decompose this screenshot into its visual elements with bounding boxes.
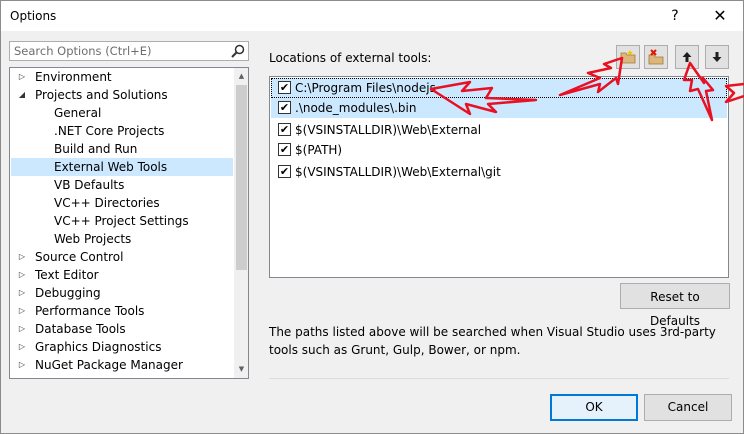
title-bar: Options ? ✕ xyxy=(1,1,743,31)
tree-item-label: Debugging xyxy=(35,286,101,300)
tree-item-general[interactable]: General xyxy=(11,104,233,122)
ok-button[interactable]: OK xyxy=(550,394,638,421)
tree-item-label: Source Control xyxy=(35,250,124,264)
remove-folder-button[interactable] xyxy=(644,45,668,69)
tree-item-nuget-package-manager[interactable]: ▷ NuGet Package Manager xyxy=(11,356,233,374)
search-icon[interactable] xyxy=(231,44,245,58)
move-up-button[interactable] xyxy=(675,45,699,69)
scrollbar-thumb[interactable] xyxy=(236,85,247,270)
tree-item-label: Environment xyxy=(35,70,112,84)
expand-arrow-icon[interactable]: ▷ xyxy=(17,68,27,86)
tree-item-external-web-tools[interactable]: External Web Tools xyxy=(11,158,233,176)
locations-label: Locations of external tools: xyxy=(269,51,432,65)
tree-item-database-tools[interactable]: ▷ Database Tools xyxy=(11,320,233,338)
tree-item-vc-project-settings[interactable]: VC++ Project Settings xyxy=(11,212,233,230)
tree-item-label: Build and Run xyxy=(54,142,138,156)
expand-arrow-icon[interactable]: ▷ xyxy=(17,338,27,356)
tree-item-label: Database Tools xyxy=(35,322,126,336)
help-icon: ? xyxy=(671,8,679,24)
tree-item-net-core-projects[interactable]: .NET Core Projects xyxy=(11,122,233,140)
options-tree: ▷ Environment ◢ Projects and Solutions G… xyxy=(9,67,249,379)
path-text[interactable]: $(VSINSTALLDIR)\Web\External xyxy=(295,120,481,140)
arrow-up-icon xyxy=(682,52,692,62)
tree-item-label: External Web Tools xyxy=(54,160,168,174)
path-checkbox[interactable]: ✔ xyxy=(278,143,291,156)
tree-item-performance-tools[interactable]: ▷ Performance Tools xyxy=(11,302,233,320)
tree-item-environment[interactable]: ▷ Environment xyxy=(11,68,233,86)
expand-arrow-icon[interactable]: ▷ xyxy=(17,302,27,320)
path-text[interactable]: C:\Program Files\nodejs xyxy=(295,78,436,98)
tree-item-label: Projects and Solutions xyxy=(35,88,168,102)
tree-item-label: Performance Tools xyxy=(35,304,145,318)
tree-item-debugging[interactable]: ▷ Debugging xyxy=(11,284,233,302)
expand-arrow-icon[interactable]: ▷ xyxy=(17,248,27,266)
expand-arrow-icon[interactable]: ▷ xyxy=(17,266,27,284)
tree-item-vb-defaults[interactable]: VB Defaults xyxy=(11,176,233,194)
tree-item-projects-and-solutions[interactable]: ◢ Projects and Solutions xyxy=(11,86,233,104)
tree-item-graphics-diagnostics[interactable]: ▷ Graphics Diagnostics xyxy=(11,338,233,356)
path-text[interactable]: $(PATH) xyxy=(295,140,342,160)
close-icon: ✕ xyxy=(713,6,727,25)
path-checkbox[interactable]: ✔ xyxy=(278,81,291,94)
reset-to-defaults-button[interactable]: Reset to Defaults xyxy=(620,283,730,328)
path-row[interactable]: ✔ $(VSINSTALLDIR)\Web\External xyxy=(271,120,727,140)
path-row[interactable]: ✔ $(PATH) xyxy=(271,140,727,160)
path-text[interactable]: $(VSINSTALLDIR)\Web\External\git xyxy=(295,162,501,182)
tree-item-label: VB Defaults xyxy=(54,178,125,192)
new-folder-button[interactable] xyxy=(616,45,640,69)
path-row[interactable]: ✔ .\node_modules\.bin xyxy=(271,98,727,118)
description-text: The paths listed above will be searched … xyxy=(269,325,716,357)
divider xyxy=(269,378,729,379)
folder-delete-icon xyxy=(648,49,664,65)
help-button[interactable]: ? xyxy=(652,1,698,31)
collapse-arrow-icon[interactable]: ◢ xyxy=(17,86,27,104)
window-title: Options xyxy=(10,9,57,23)
folder-new-icon xyxy=(620,50,636,64)
tree-item-label: VC++ Project Settings xyxy=(54,214,189,228)
tree-item-label: Web Projects xyxy=(54,232,132,246)
path-checkbox[interactable]: ✔ xyxy=(278,101,291,114)
options-dialog: Options ? ✕ ▷ Environment ◢ Projects and… xyxy=(0,0,744,434)
close-button[interactable]: ✕ xyxy=(697,1,743,31)
expand-arrow-icon[interactable]: ▷ xyxy=(17,284,27,302)
search-box[interactable] xyxy=(9,41,249,61)
expand-arrow-icon[interactable]: ▷ xyxy=(17,320,27,338)
tree-item-label: Graphics Diagnostics xyxy=(35,340,162,354)
tree-item-label: NuGet Package Manager xyxy=(35,358,183,372)
tree-item-vc-directories[interactable]: VC++ Directories xyxy=(11,194,233,212)
tree-item-source-control[interactable]: ▷ Source Control xyxy=(11,248,233,266)
tree-scrollbar[interactable]: ▲ ▼ xyxy=(234,68,248,378)
path-text[interactable]: .\node_modules\.bin xyxy=(295,98,416,118)
tree-item-label: General xyxy=(54,106,102,120)
arrow-down-icon xyxy=(712,52,722,62)
tree-item-build-and-run[interactable]: Build and Run xyxy=(11,140,233,158)
cancel-button[interactable]: Cancel xyxy=(644,394,732,421)
tree-item-web-projects[interactable]: Web Projects xyxy=(11,230,233,248)
tree-item-label: Text Editor xyxy=(35,268,99,282)
path-row[interactable]: ✔ $(VSINSTALLDIR)\Web\External\git xyxy=(271,162,727,182)
tree-item-label: .NET Core Projects xyxy=(54,124,165,138)
scroll-up-icon[interactable]: ▲ xyxy=(234,68,248,85)
tree-item-label: VC++ Directories xyxy=(54,196,160,210)
path-row[interactable]: ✔ C:\Program Files\nodejs xyxy=(271,78,727,98)
move-down-button[interactable] xyxy=(705,45,729,69)
scroll-down-icon[interactable]: ▼ xyxy=(234,361,248,378)
search-input[interactable] xyxy=(10,42,224,60)
path-checkbox[interactable]: ✔ xyxy=(278,123,291,136)
expand-arrow-icon[interactable]: ▷ xyxy=(17,356,27,374)
tree-item-text-editor[interactable]: ▷ Text Editor xyxy=(11,266,233,284)
external-tools-list: ✔ C:\Program Files\nodejs ✔ .\node_modul… xyxy=(269,76,729,278)
path-checkbox[interactable]: ✔ xyxy=(278,165,291,178)
